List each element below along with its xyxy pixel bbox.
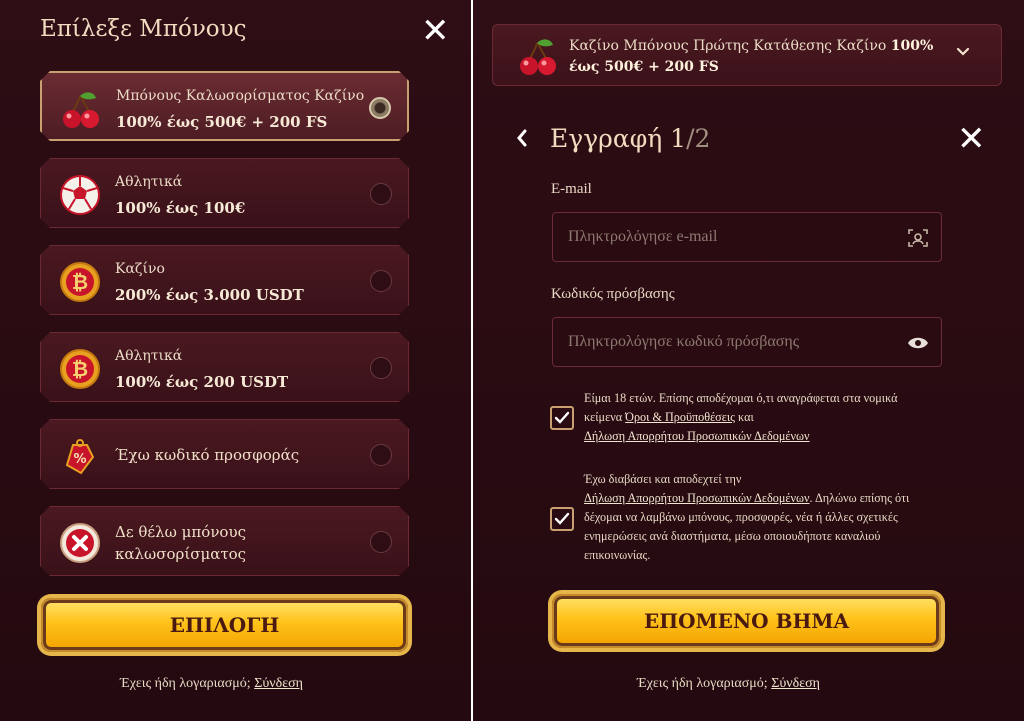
bonus-title: Μπόνους Καλωσορίσματος Καζίνο [116, 88, 365, 104]
bonus-title: Αθλητικά [115, 348, 183, 364]
promo-tag-icon: % [59, 435, 101, 477]
selected-bonus-title: Καζίνο Μπόνους Πρώτης Κατάθεσης Καζίνο [569, 38, 887, 54]
eye-icon[interactable] [907, 332, 929, 354]
svg-text:₿: ₿ [72, 270, 88, 294]
password-field-wrapper [552, 317, 942, 367]
password-field[interactable] [553, 318, 883, 366]
privacy-link[interactable]: Δήλωση Απορρήτου Προσωπικών Δεδομένων [584, 429, 810, 443]
bonus-amount: 200% έως 3.000 USDT [115, 286, 304, 304]
selected-bonus-dropdown[interactable]: Καζίνο Μπόνους Πρώτης Κατάθεσης Καζίνο 1… [492, 24, 1002, 86]
checkmark-icon [554, 512, 570, 525]
email-field[interactable] [553, 213, 883, 261]
bonus-option-sports-crypto[interactable]: ₿ Αθλητικά 100% έως 200 USDT [40, 332, 409, 402]
cherry-icon [60, 88, 102, 130]
bonus-option-no-bonus[interactable]: Δε θέλω μπόνους καλωσορίσματος [40, 506, 409, 576]
login-prompt: Έχεις ήδη λογαριασμό; Σύνδεση [120, 676, 303, 692]
selected-bonus-text: Καζίνο Μπόνους Πρώτης Κατάθεσης Καζίνο 1… [569, 36, 949, 78]
bonus-option-sports[interactable]: Αθλητικά 100% έως 100€ [40, 158, 409, 228]
age-terms-consent: Είμαι 18 ετών. Επίσης αποδέχομαι ό,τι αν… [584, 389, 929, 446]
face-id-icon[interactable] [907, 227, 929, 249]
bonus-title-line2: καλωσορίσματος [115, 545, 247, 563]
radio-button[interactable] [370, 444, 392, 466]
svg-text:%: % [73, 452, 86, 467]
login-prompt-text: Έχεις ήδη λογαριασμό; [120, 676, 251, 691]
email-field-wrapper [552, 212, 942, 262]
next-step-button[interactable]: ΕΠΟΜΕΝΟ ΒΗΜΑ [552, 594, 941, 648]
chevron-left-icon[interactable] [514, 126, 530, 150]
bonus-amount: 100% έως 200 USDT [115, 373, 289, 391]
bonus-title: Καζίνο [115, 261, 165, 277]
panel-title: Επίλεξε Μπόνους [40, 16, 247, 42]
step-title-current: Εγγραφή 1 [550, 124, 687, 153]
radio-button[interactable] [370, 270, 392, 292]
soccer-ball-icon [59, 174, 101, 216]
login-prompt-text: Έχεις ήδη λογαριασμό; [637, 676, 768, 691]
step-title-total: /2 [686, 124, 711, 153]
bonus-title: Έχω κωδικό προσφοράς [115, 446, 300, 464]
svg-text:₿: ₿ [72, 357, 88, 381]
login-link[interactable]: Σύνδεση [254, 676, 303, 691]
chevron-down-icon[interactable] [955, 44, 971, 60]
consent-text: Έχω διαβάσει και αποδεχτεί την [584, 472, 742, 486]
marketing-consent: Έχω διαβάσει και αποδεχτεί την Δήλωση Απ… [584, 470, 929, 565]
cherry-icon [520, 39, 556, 75]
radio-button[interactable] [370, 357, 392, 379]
bitcoin-icon: ₿ [59, 261, 101, 303]
bitcoin-icon: ₿ [59, 348, 101, 390]
radio-button[interactable] [370, 531, 392, 553]
close-icon[interactable]: ✕ [421, 14, 450, 48]
login-prompt: Έχεις ήδη λογαριασμό; Σύνδεση [637, 676, 820, 692]
checkmark-icon [554, 411, 570, 424]
consent-text: και [734, 410, 754, 424]
bonus-option-promo-code[interactable]: % Έχω κωδικό προσφοράς [40, 419, 409, 489]
close-icon[interactable]: ✕ [957, 122, 986, 156]
privacy-link[interactable]: Δήλωση Απορρήτου Προσωπικών Δεδομένων [584, 491, 810, 505]
terms-link[interactable]: Όροι & Προϋποθέσεις [625, 410, 735, 424]
bonus-amount: 100% έως 500€ + 200 FS [116, 113, 328, 131]
bonus-amount: 100% έως 100€ [115, 199, 246, 217]
select-button[interactable]: ΕΠΙΛΟΓΗ [41, 598, 408, 652]
bonus-option-casino-welcome[interactable]: Μπόνους Καλωσορίσματος Καζίνο 100% έως 5… [40, 71, 409, 141]
age-terms-checkbox[interactable] [550, 406, 574, 430]
step-title: Εγγραφή 1/2 [550, 124, 710, 153]
bonus-title: Αθλητικά [115, 174, 183, 190]
email-label: E-mail [551, 181, 592, 197]
bonus-option-casino-crypto[interactable]: ₿ Καζίνο 200% έως 3.000 USDT [40, 245, 409, 315]
bonus-title: Δε θέλω μπόνους [115, 523, 246, 541]
marketing-consent-checkbox[interactable] [550, 507, 574, 531]
radio-button[interactable] [370, 183, 392, 205]
radio-selected[interactable] [369, 97, 391, 119]
login-link[interactable]: Σύνδεση [771, 676, 820, 691]
no-bonus-icon [59, 522, 101, 564]
password-label: Κωδικός πρόσβασης [551, 286, 675, 302]
